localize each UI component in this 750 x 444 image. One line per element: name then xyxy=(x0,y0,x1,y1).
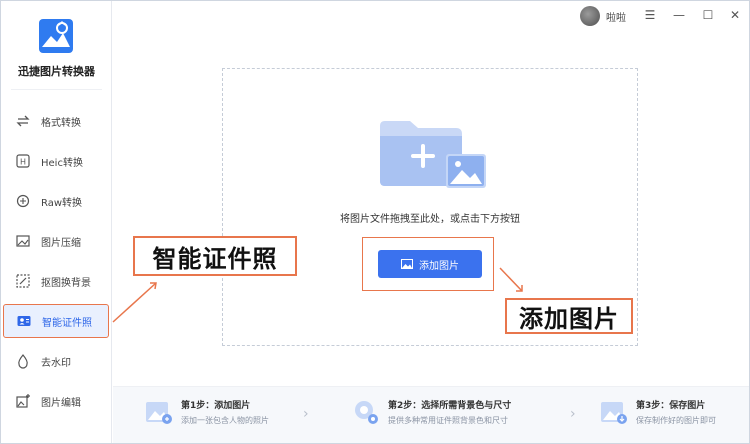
avatar[interactable] xyxy=(580,6,600,26)
step-2-title: 第2步：选择所需背景色与尺寸 xyxy=(388,401,512,411)
maximize-icon[interactable]: ☐ xyxy=(698,5,718,25)
sidebar-item-heic[interactable]: H Heic转换 xyxy=(3,144,109,178)
watermark-icon xyxy=(15,353,31,369)
sidebar-item-label: 图片压缩 xyxy=(41,237,81,249)
sidebar-item-label: 智能证件照 xyxy=(42,317,92,329)
menu-icon[interactable]: ☰ xyxy=(640,5,660,25)
sidebar-item-image-edit[interactable]: 图片编辑 xyxy=(3,384,109,418)
app-logo-icon xyxy=(39,19,73,53)
step-1: 第1步：添加图片 添加一张包含人物的照片 xyxy=(145,398,269,426)
minimize-icon[interactable]: — xyxy=(669,5,689,25)
add-image-step-icon xyxy=(146,402,172,424)
add-image-button-label: 添加图片 xyxy=(419,260,459,272)
callout-id-photo: 智能证件照 xyxy=(133,236,297,276)
sidebar-divider xyxy=(11,89,102,90)
save-image-step-icon xyxy=(601,402,627,424)
drop-hint: 将图片文件拖拽至此处，或点击下方按钮 xyxy=(340,214,520,225)
step-2-desc: 提供多种常用证件照背景色和尺寸 xyxy=(388,416,508,425)
sidebar-item-label: 格式转换 xyxy=(41,117,81,129)
sidebar-item-watermark[interactable]: 去水印 xyxy=(3,344,109,378)
add-image-button[interactable]: 添加图片 xyxy=(378,250,482,278)
sidebar-item-label: Heic转换 xyxy=(41,157,83,169)
step-3-title: 第3步：保存图片 xyxy=(636,401,706,411)
sidebar-item-format-convert[interactable]: 格式转换 xyxy=(3,104,109,138)
image-edit-icon xyxy=(15,393,31,409)
raw-icon xyxy=(15,193,31,209)
step-1-desc: 添加一张包含人物的照片 xyxy=(181,416,269,425)
chevron-right-icon: › xyxy=(303,406,309,422)
close-icon[interactable]: ✕ xyxy=(725,5,745,25)
id-photo-icon xyxy=(16,313,32,329)
sidebar-item-label: 抠图换背景 xyxy=(41,277,91,289)
svg-text:H: H xyxy=(20,158,26,167)
sidebar-item-id-photo[interactable]: 智能证件照 xyxy=(3,304,109,338)
chevron-right-icon: › xyxy=(570,406,576,422)
step-3-desc: 保存制作好的图片即可 xyxy=(636,416,716,425)
sidebar-item-compress[interactable]: 图片压缩 xyxy=(3,224,109,258)
settings-step-icon xyxy=(355,401,378,424)
callout-add-image: 添加图片 xyxy=(505,298,633,334)
sidebar-item-label: 去水印 xyxy=(41,357,71,369)
image-compress-icon xyxy=(15,233,31,249)
sidebar-item-cutout[interactable]: 抠图换背景 xyxy=(3,264,109,298)
cutout-icon xyxy=(15,273,31,289)
sidebar-item-raw[interactable]: Raw转换 xyxy=(3,184,109,218)
step-2: 第2步：选择所需背景色与尺寸 提供多种常用证件照背景色和尺寸 xyxy=(352,398,511,426)
sidebar-item-label: 图片编辑 xyxy=(41,397,81,409)
step-3: 第3步：保存图片 保存制作好的图片即可 xyxy=(600,398,716,426)
image-icon xyxy=(401,259,413,269)
format-convert-icon xyxy=(15,113,31,129)
username[interactable]: 啦啦 xyxy=(606,9,626,24)
sidebar-item-label: Raw转换 xyxy=(41,197,83,209)
app-title: 迅捷图片转换器 xyxy=(18,65,95,78)
heic-icon: H xyxy=(15,153,31,169)
step-1-title: 第1步：添加图片 xyxy=(181,401,251,411)
folder-image-icon xyxy=(380,121,486,188)
